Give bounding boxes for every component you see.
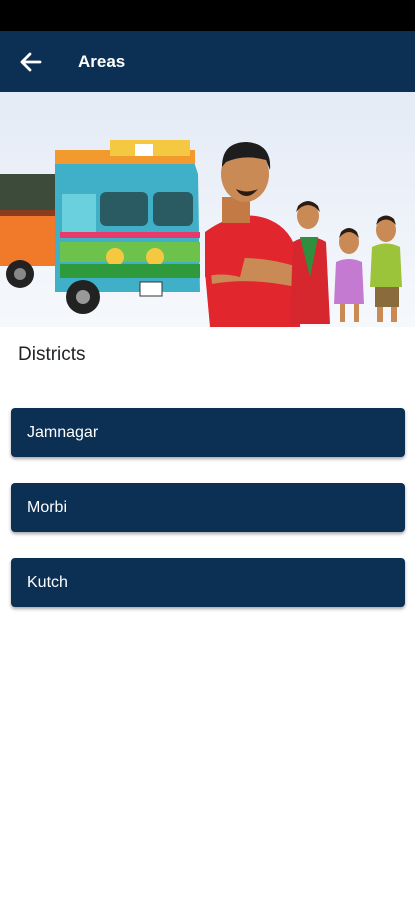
district-label: Morbi (27, 498, 68, 516)
district-label: Kutch (27, 573, 68, 591)
back-button[interactable] (12, 43, 50, 81)
district-button-kutch[interactable]: Kutch (11, 558, 405, 607)
status-bar (0, 0, 415, 31)
districts-heading: Districts (18, 344, 86, 365)
district-label: Jamnagar (27, 423, 99, 441)
banner-image (0, 92, 415, 327)
page-title: Areas (78, 52, 126, 71)
app-bar: Areas (0, 31, 415, 92)
district-list: Jamnagar Morbi Kutch (11, 408, 406, 633)
arrow-left-icon (20, 52, 42, 72)
district-button-morbi[interactable]: Morbi (11, 483, 405, 532)
district-button-jamnagar[interactable]: Jamnagar (11, 408, 405, 457)
truck-family-illustration (0, 92, 415, 327)
